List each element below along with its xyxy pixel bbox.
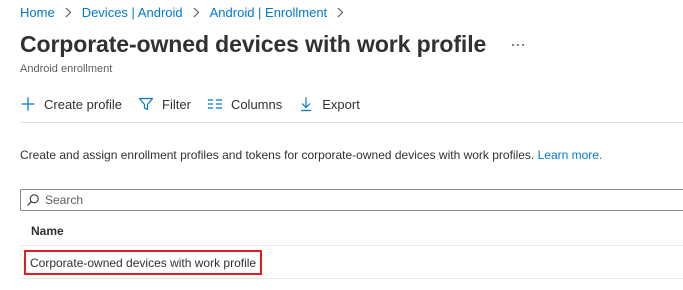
filter-icon: [138, 96, 154, 112]
ellipsis-icon: [512, 43, 525, 46]
table-row[interactable]: Corporate-owned devices with work profil…: [20, 247, 683, 279]
breadcrumb: Home Devices | Android Android | Enrollm…: [20, 3, 354, 21]
command-bar: Create profile Filter Columns Export: [20, 93, 376, 115]
filter-button[interactable]: Filter: [138, 93, 191, 115]
chevron-right-icon: [337, 7, 344, 18]
export-label: Export: [322, 96, 360, 112]
columns-label: Columns: [230, 96, 283, 112]
toolbar-divider: [20, 122, 683, 123]
plus-icon: [20, 96, 36, 112]
search-box[interactable]: [20, 189, 683, 211]
breadcrumb-home-link[interactable]: Home: [20, 5, 55, 20]
page-subtitle: Android enrollment: [20, 63, 113, 75]
title-row: Corporate-owned devices with work profil…: [20, 31, 530, 58]
description-body: Create and assign enrollment profiles an…: [20, 148, 535, 162]
search-icon: [26, 193, 40, 207]
filter-label: Filter: [162, 96, 191, 112]
breadcrumb-devices-android-link[interactable]: Devices | Android: [82, 5, 183, 20]
more-options-button[interactable]: [506, 33, 530, 57]
breadcrumb-android-enrollment-link[interactable]: Android | Enrollment: [210, 5, 328, 20]
profile-name-cell[interactable]: Corporate-owned devices with work profil…: [24, 250, 263, 275]
table-header: Name: [20, 216, 683, 246]
search-input[interactable]: [45, 193, 683, 207]
create-profile-button[interactable]: Create profile: [20, 93, 122, 115]
columns-icon: [207, 96, 223, 112]
page-title: Corporate-owned devices with work profil…: [20, 31, 487, 57]
columns-button[interactable]: Columns: [207, 93, 282, 115]
create-profile-label: Create profile: [44, 96, 123, 112]
column-header-name[interactable]: Name: [31, 224, 64, 238]
chevron-right-icon: [193, 7, 200, 18]
export-button[interactable]: Export: [298, 93, 360, 115]
learn-more-link[interactable]: Learn more.: [538, 148, 603, 162]
chevron-right-icon: [65, 7, 72, 18]
description-text: Create and assign enrollment profiles an…: [20, 148, 602, 162]
download-icon: [298, 96, 314, 112]
